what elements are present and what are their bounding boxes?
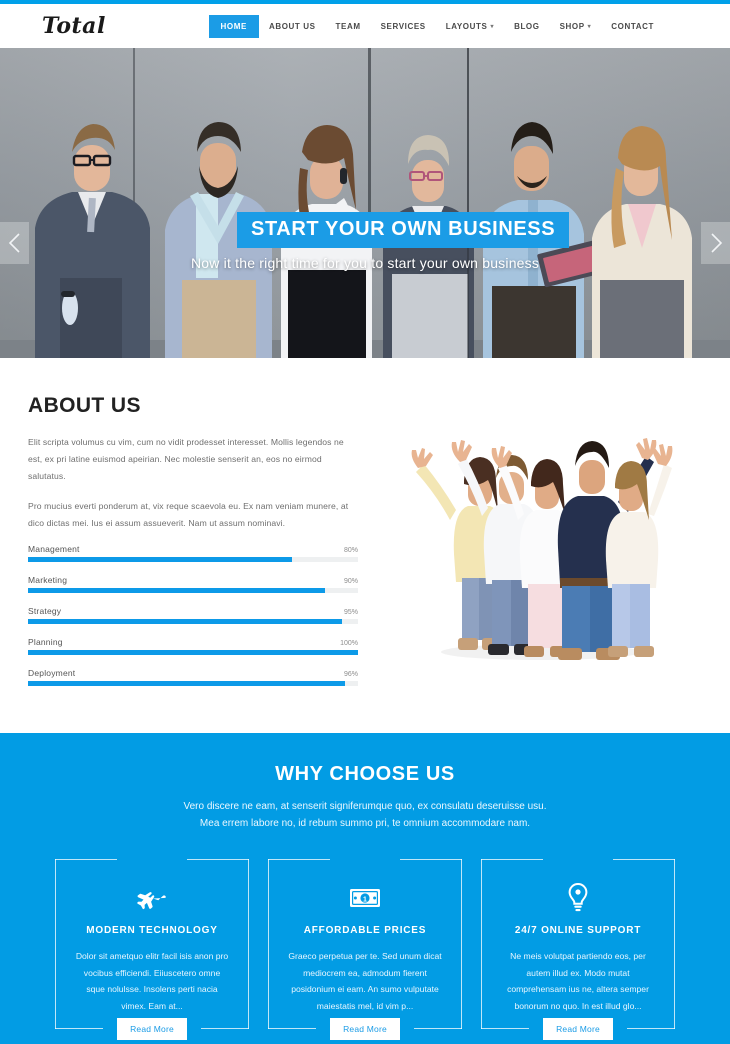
nav-item-layouts[interactable]: LAYOUTS ▾ <box>436 16 504 37</box>
chevron-down-icon: ▾ <box>490 23 495 30</box>
skill-fill <box>28 556 292 562</box>
read-more-button[interactable]: Read More <box>543 1017 613 1040</box>
skill-item: Marketing 90% <box>28 575 358 593</box>
hero-slider: START YOUR OWN BUSINESS Now it the right… <box>0 48 730 358</box>
read-more-button[interactable]: Read More <box>330 1017 400 1040</box>
nav-label: TEAM <box>335 21 361 31</box>
nav-item-home[interactable]: HOME <box>208 14 259 38</box>
about-section: ABOUT US Elit scripta volumus cu vim, cu… <box>0 358 730 733</box>
skill-percent: 90% <box>343 577 358 585</box>
card-text: Ne meis volutpat partiendo eos, per aute… <box>507 950 649 1012</box>
chevron-down-icon: ▾ <box>587 23 592 30</box>
why-subtitle-line-2: Mea errem labore no, id rebum summo pri,… <box>199 818 531 830</box>
banknote-icon: 1 <box>282 881 448 915</box>
about-image-column <box>380 394 702 699</box>
skill-label: Planning <box>28 636 63 647</box>
feature-card-modern-technology: MODERN TECHNOLOGY Dolor sit ametquo elit… <box>55 858 249 1040</box>
svg-text:1: 1 <box>363 896 367 903</box>
site-header: Total HOME ABOUT US TEAM SERVICES LAYOUT… <box>0 4 730 48</box>
chevron-right-icon <box>710 233 722 253</box>
skill-track <box>28 680 358 686</box>
skill-fill <box>28 680 345 686</box>
nav-label: SHOP <box>559 21 585 31</box>
why-choose-us-section: WHY CHOOSE US Vero discere ne eam, at se… <box>0 732 730 1044</box>
chevron-left-icon <box>8 233 20 253</box>
site-logo[interactable]: Total <box>42 13 106 39</box>
nav-label: SERVICES <box>380 21 426 31</box>
why-subtitle-line-1: Vero discere ne eam, at senserit signife… <box>183 800 547 812</box>
about-title: ABOUT US <box>28 394 141 417</box>
card-title: AFFORDABLE PRICES <box>303 924 427 936</box>
skill-track <box>28 618 358 624</box>
skill-percent: 80% <box>343 546 358 554</box>
lightbulb-icon <box>495 881 661 915</box>
skill-bars: Management 80% Marketing 90% Strategy 95… <box>28 544 358 686</box>
hero-title: START YOUR OWN BUSINESS <box>237 212 570 248</box>
feature-card-affordable-prices: 1 AFFORDABLE PRICES Graeco perpetua per … <box>268 858 462 1040</box>
skill-track <box>28 556 358 562</box>
skill-percent: 96% <box>343 670 358 678</box>
card-text: Dolor sit ametquo elitr facil isis anon … <box>75 950 229 1012</box>
skill-label: Marketing <box>28 574 68 585</box>
nav-item-contact[interactable]: CONTACT <box>601 16 664 37</box>
nav-label: BLOG <box>514 21 540 31</box>
card-title: 24/7 ONLINE SUPPORT <box>514 924 642 936</box>
skill-fill <box>28 618 342 624</box>
page-root: Total HOME ABOUT US TEAM SERVICES LAYOUT… <box>0 0 730 1044</box>
nav-label: CONTACT <box>611 21 654 31</box>
why-subtitle: Vero discere ne eam, at senserit signife… <box>28 798 702 833</box>
skill-percent: 95% <box>343 608 358 616</box>
celebrating-group-illustration <box>411 438 673 660</box>
skill-track <box>28 649 358 655</box>
skill-item: Management 80% <box>28 544 358 562</box>
skill-fill <box>28 587 325 593</box>
nav-label: ABOUT US <box>268 21 316 31</box>
skill-item: Planning 100% <box>28 637 358 655</box>
hero-subtitle: Now it the right time for you to start y… <box>190 255 540 271</box>
slider-prev-button[interactable] <box>0 222 29 264</box>
slider-next-button[interactable] <box>701 222 730 264</box>
skill-item: Deployment 96% <box>28 668 358 686</box>
about-paragraph-2: Pro mucius everti ponderum at, vix reque… <box>28 500 349 528</box>
nav-item-about-us[interactable]: ABOUT US <box>259 16 326 37</box>
nav-item-shop[interactable]: SHOP ▾ <box>550 16 602 37</box>
read-more-button[interactable]: Read More <box>117 1017 187 1040</box>
skill-label: Management <box>28 543 80 554</box>
card-text: Graeco perpetua per te. Sed unum dicat m… <box>288 950 442 1012</box>
hero-background-photo <box>0 48 730 358</box>
about-paragraph-1: Elit scripta volumus cu vim, cum no vidi… <box>28 437 344 482</box>
why-title: WHY CHOOSE US <box>275 762 455 785</box>
hero-people-illustration <box>0 122 730 358</box>
about-team-photo <box>406 402 676 672</box>
skill-percent: 100% <box>340 639 358 647</box>
feature-cards: MODERN TECHNOLOGY Dolor sit ametquo elit… <box>28 858 702 1040</box>
card-action: Read More <box>481 1017 675 1040</box>
feature-card-online-support: 24/7 ONLINE SUPPORT Ne meis volutpat par… <box>481 858 675 1040</box>
nav-label: LAYOUTS <box>445 21 488 31</box>
nav-item-blog[interactable]: BLOG <box>504 16 550 37</box>
main-navigation: HOME ABOUT US TEAM SERVICES LAYOUTS ▾ BL… <box>208 14 664 38</box>
card-title: MODERN TECHNOLOGY <box>86 924 218 936</box>
nav-item-team[interactable]: TEAM <box>326 16 371 37</box>
skill-label: Strategy <box>28 605 62 616</box>
skill-label: Deployment <box>28 667 76 678</box>
nav-label: HOME <box>220 21 247 31</box>
about-content: ABOUT US Elit scripta volumus cu vim, cu… <box>28 394 358 699</box>
skill-track <box>28 587 358 593</box>
skill-item: Strategy 95% <box>28 606 358 624</box>
card-action: Read More <box>55 1017 249 1040</box>
airplane-icon <box>69 881 235 915</box>
card-action: Read More <box>268 1017 462 1040</box>
nav-item-services[interactable]: SERVICES <box>371 16 436 37</box>
skill-fill <box>28 649 358 655</box>
